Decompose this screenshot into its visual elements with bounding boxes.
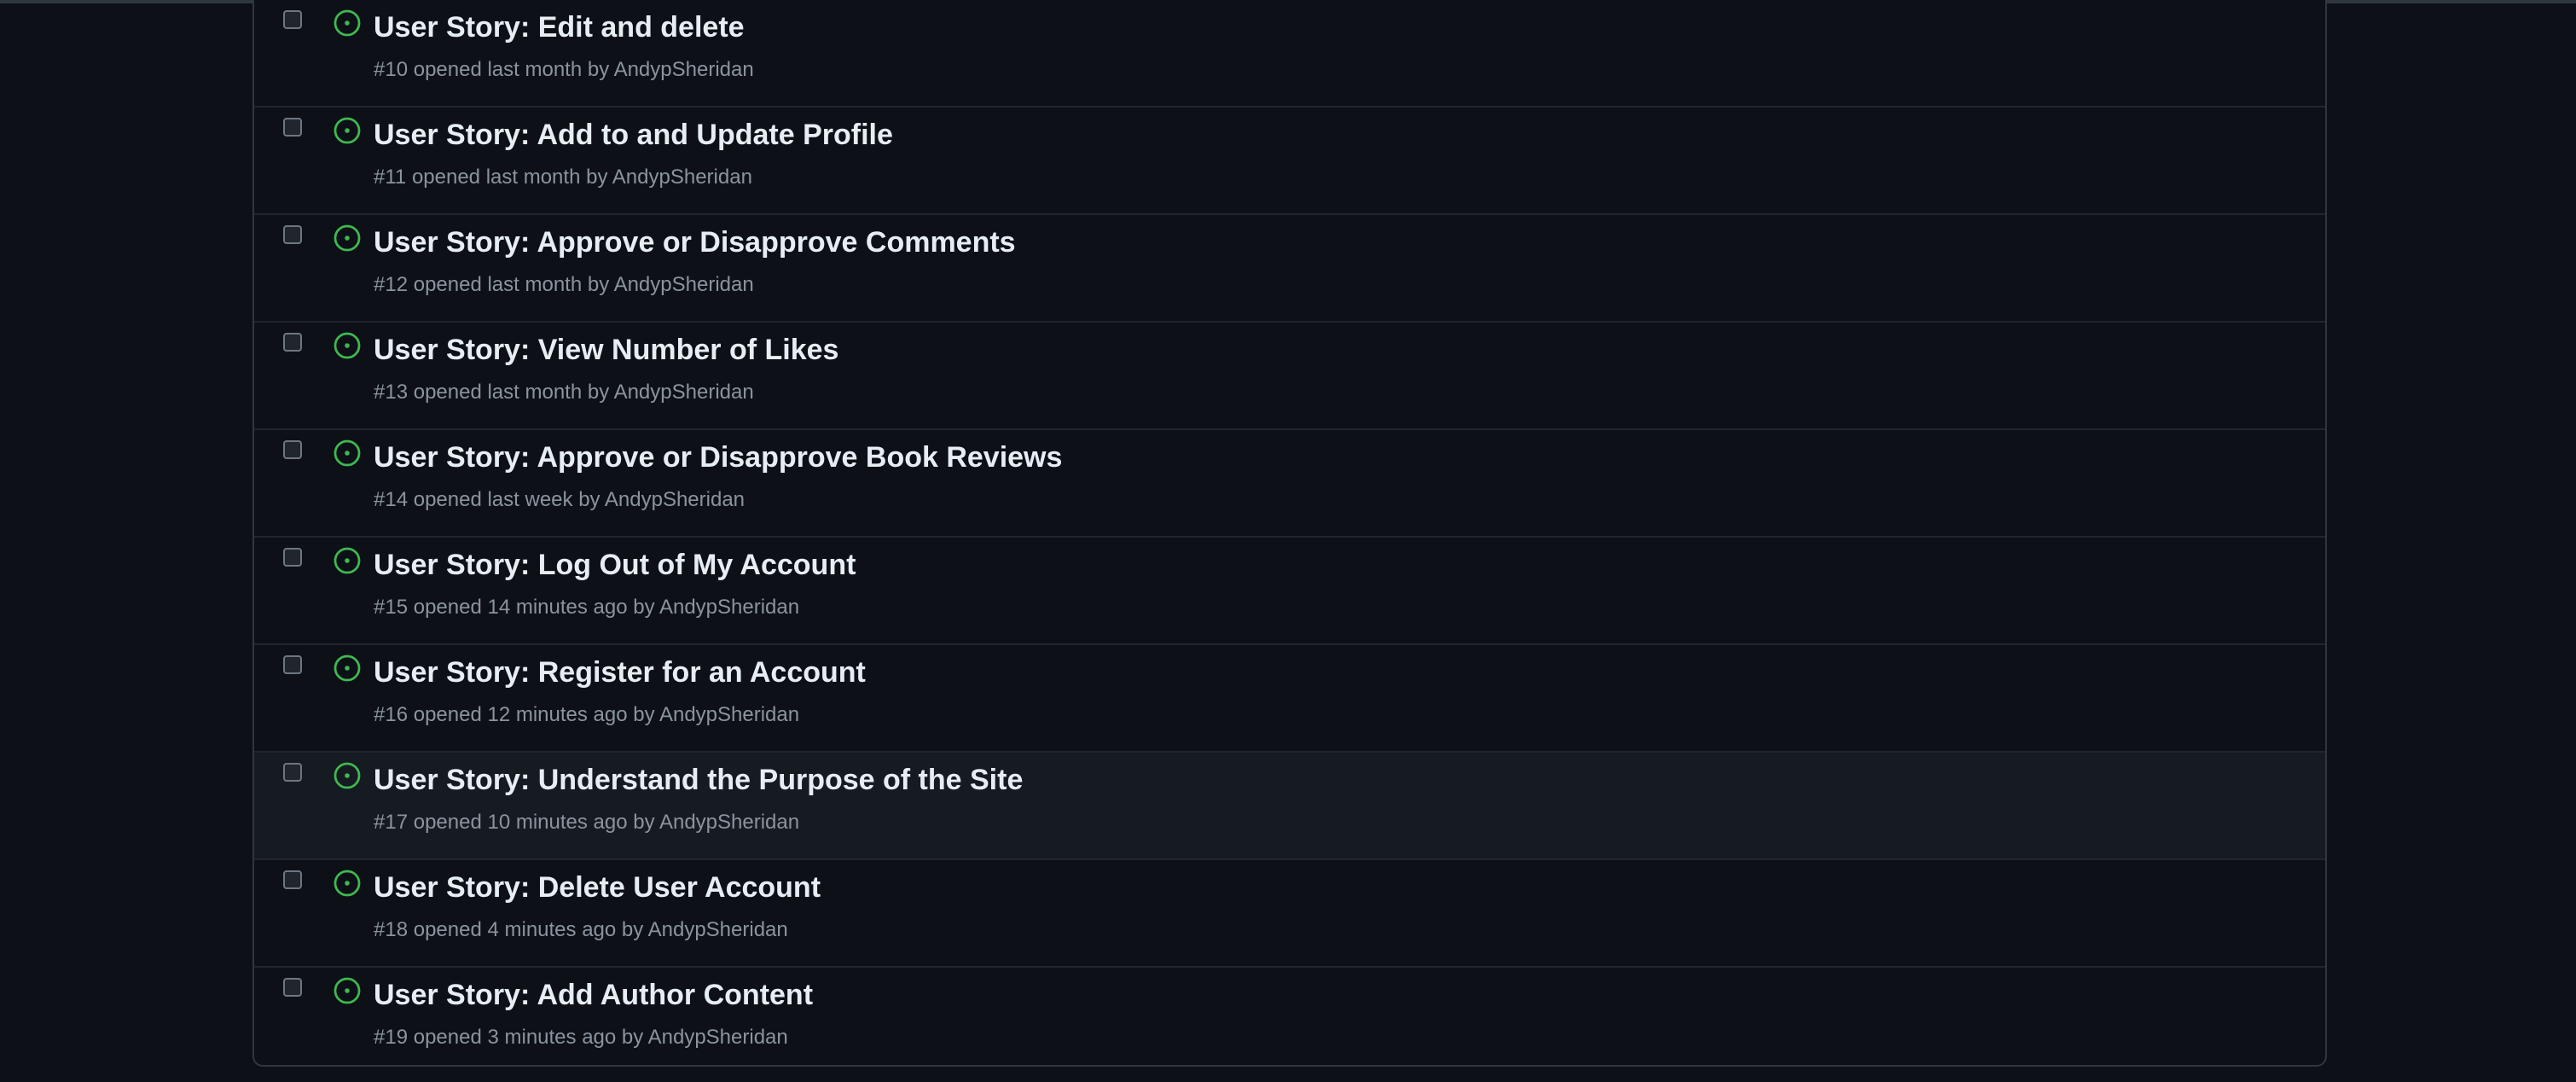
- issue-number: #19: [374, 1026, 409, 1049]
- issue-by-label: by: [587, 381, 610, 404]
- issue-by-label: by: [633, 811, 655, 834]
- issue-number: #13: [374, 381, 409, 404]
- issue-row: User Story: Approve or Disapprove Book R…: [254, 430, 2325, 538]
- issue-meta: #17 opened 10 minutes ago by AndypSherid…: [374, 809, 799, 836]
- issue-number: #18: [374, 918, 409, 941]
- issue-opened-time: opened 12 minutes ago: [413, 703, 628, 726]
- issue-title-link[interactable]: User Story: Edit and delete: [374, 9, 745, 46]
- issue-by-label: by: [633, 703, 655, 726]
- select-checkbox[interactable]: [283, 548, 302, 567]
- issue-title-link[interactable]: User Story: Add Author Content: [374, 976, 813, 1014]
- issue-opened-time: opened last month: [411, 166, 581, 189]
- issue-meta: #12 opened last month by AndypSheridan: [374, 271, 754, 299]
- issue-opened-icon: [334, 224, 361, 252]
- issue-meta: #11 opened last month by AndypSheridan: [374, 164, 752, 191]
- issue-number: #10: [374, 58, 409, 81]
- issue-author-link[interactable]: AndypSheridan: [614, 273, 754, 296]
- issue-opened-icon: [334, 762, 361, 789]
- issue-by-label: by: [578, 488, 600, 511]
- issue-list: User Story: Edit and delete #10 opened l…: [252, 0, 2327, 1067]
- issue-row: User Story: Add Author Content #19 opene…: [254, 968, 2325, 1065]
- issue-by-label: by: [587, 58, 610, 81]
- issue-number: #17: [374, 811, 409, 834]
- issue-opened-icon: [334, 332, 361, 359]
- issue-by-label: by: [586, 166, 608, 189]
- issue-author-link[interactable]: AndypSheridan: [612, 166, 752, 189]
- issue-meta: #15 opened 14 minutes ago by AndypSherid…: [374, 594, 799, 621]
- issue-title-link[interactable]: User Story: Understand the Purpose of th…: [374, 761, 1023, 799]
- issue-meta: #16 opened 12 minutes ago by AndypSherid…: [374, 701, 799, 729]
- issue-title-link[interactable]: User Story: Log Out of My Account: [374, 546, 856, 584]
- issue-opened-icon: [334, 439, 361, 467]
- issue-meta: #13 opened last month by AndypSheridan: [374, 379, 754, 406]
- select-checkbox[interactable]: [283, 870, 302, 889]
- issue-opened-time: opened 10 minutes ago: [413, 811, 628, 834]
- select-checkbox[interactable]: [283, 10, 302, 29]
- issue-opened-time: opened last month: [413, 381, 583, 404]
- issue-row: User Story: Approve or Disapprove Commen…: [254, 215, 2325, 323]
- issue-row: User Story: Delete User Account #18 open…: [254, 860, 2325, 968]
- issue-title-link[interactable]: User Story: Delete User Account: [374, 869, 821, 906]
- select-checkbox[interactable]: [283, 763, 302, 782]
- select-checkbox[interactable]: [283, 118, 302, 137]
- issue-title-link[interactable]: User Story: Register for an Account: [374, 654, 866, 691]
- issue-meta: #10 opened last month by AndypSheridan: [374, 56, 754, 84]
- issue-title-link[interactable]: User Story: Approve or Disapprove Book R…: [374, 439, 1062, 476]
- issue-row: User Story: Edit and delete #10 opened l…: [254, 0, 2325, 108]
- issue-meta: #18 opened 4 minutes ago by AndypSherida…: [374, 916, 788, 944]
- issue-by-label: by: [621, 1026, 644, 1049]
- select-checkbox[interactable]: [283, 440, 302, 459]
- issue-by-label: by: [621, 918, 644, 941]
- issue-opened-icon: [334, 654, 361, 682]
- issue-opened-time: opened last week: [413, 488, 573, 511]
- issue-opened-icon: [334, 870, 361, 897]
- issue-author-link[interactable]: AndypSheridan: [659, 596, 799, 619]
- issue-number: #11: [374, 166, 407, 189]
- issue-opened-icon: [334, 9, 361, 37]
- issue-opened-icon: [334, 117, 361, 144]
- select-checkbox[interactable]: [283, 978, 302, 997]
- issue-opened-time: opened 4 minutes ago: [413, 918, 617, 941]
- issue-opened-time: opened 14 minutes ago: [413, 596, 628, 619]
- issue-title-link[interactable]: User Story: View Number of Likes: [374, 331, 838, 369]
- issue-author-link[interactable]: AndypSheridan: [605, 488, 745, 511]
- issue-number: #15: [374, 596, 409, 619]
- issue-meta: #14 opened last week by AndypSheridan: [374, 486, 745, 514]
- issue-author-link[interactable]: AndypSheridan: [614, 381, 754, 404]
- issue-opened-time: opened last month: [413, 58, 583, 81]
- issue-number: #16: [374, 703, 409, 726]
- issue-author-link[interactable]: AndypSheridan: [648, 918, 788, 941]
- select-checkbox[interactable]: [283, 333, 302, 352]
- select-checkbox[interactable]: [283, 655, 302, 674]
- issue-number: #14: [374, 488, 409, 511]
- select-checkbox[interactable]: [283, 225, 302, 244]
- issue-number: #12: [374, 273, 409, 296]
- issue-row: User Story: Log Out of My Account #15 op…: [254, 538, 2325, 645]
- issue-author-link[interactable]: AndypSheridan: [648, 1026, 788, 1049]
- issue-by-label: by: [633, 596, 655, 619]
- issue-opened-time: opened last month: [413, 273, 583, 296]
- issue-row: User Story: Understand the Purpose of th…: [254, 753, 2325, 860]
- issue-by-label: by: [587, 273, 610, 296]
- issue-meta: #19 opened 3 minutes ago by AndypSherida…: [374, 1024, 788, 1051]
- issue-opened-icon: [334, 977, 361, 1004]
- issue-author-link[interactable]: AndypSheridan: [659, 811, 799, 834]
- issue-author-link[interactable]: AndypSheridan: [614, 58, 754, 81]
- issue-row: User Story: View Number of Likes #13 ope…: [254, 323, 2325, 430]
- issue-opened-icon: [334, 547, 361, 574]
- issue-row: User Story: Add to and Update Profile #1…: [254, 108, 2325, 215]
- issue-opened-time: opened 3 minutes ago: [413, 1026, 617, 1049]
- issue-author-link[interactable]: AndypSheridan: [659, 703, 799, 726]
- issue-title-link[interactable]: User Story: Add to and Update Profile: [374, 116, 893, 154]
- issue-title-link[interactable]: User Story: Approve or Disapprove Commen…: [374, 224, 1016, 261]
- issue-row: User Story: Register for an Account #16 …: [254, 645, 2325, 753]
